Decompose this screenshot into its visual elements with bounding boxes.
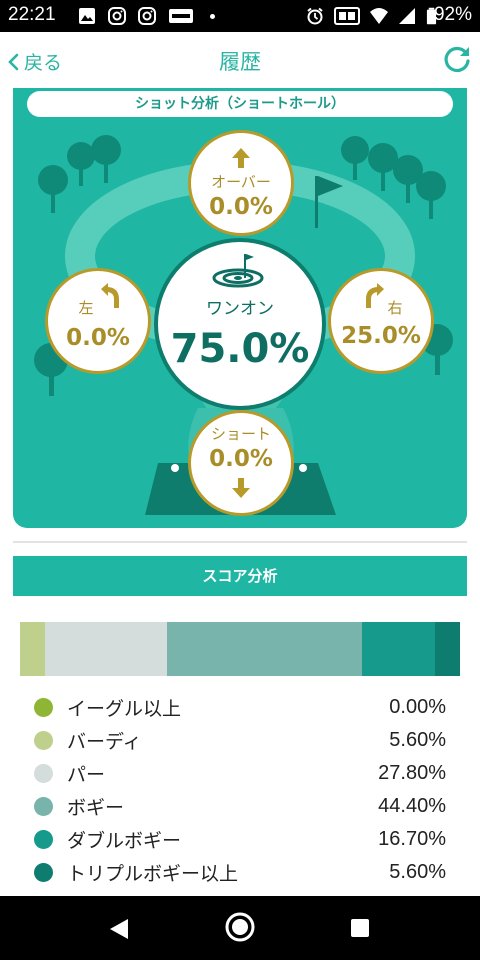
recents-icon[interactable]: [350, 918, 370, 938]
dot-icon: [210, 13, 215, 19]
system-icons: [306, 7, 437, 25]
short-label: ショート: [210, 425, 271, 443]
legend-value: 0.00%: [389, 696, 446, 718]
legend-color-dot: [34, 830, 53, 849]
legend-color-dot: [34, 797, 53, 816]
legend-label: トリプルボギー以上: [67, 863, 239, 885]
legend-label: イーグル以上: [67, 698, 182, 720]
legend-value: 5.60%: [389, 729, 446, 751]
image-icon: [79, 8, 95, 24]
over-value: 0.0%: [209, 194, 273, 220]
legend-value: 16.70%: [378, 828, 446, 850]
legend-label: パー: [67, 764, 106, 786]
score-legend: イーグル以上 0.00% バーディ 5.60% パー 27.80% ボギー 44.40% ダブル…: [32, 694, 448, 892]
arrow-left-curve-icon: [101, 283, 119, 308]
section-divider: [13, 541, 467, 543]
bar-segment: [166, 622, 362, 676]
arrow-up-icon: [232, 148, 250, 168]
right-value: 25.0%: [341, 323, 421, 349]
score-distribution-bar: [20, 622, 460, 676]
legend-color-dot: [34, 764, 53, 783]
one-on-value: 75.0%: [170, 326, 310, 372]
short-value: 0.0%: [209, 446, 273, 472]
legend-row: ボギー 44.40%: [32, 793, 448, 826]
legend-color-dot: [34, 863, 53, 882]
wifi-icon: [370, 8, 388, 24]
legend-label: バーディ: [67, 731, 142, 753]
legend-value: 27.80%: [378, 762, 446, 784]
instagram-icon: [108, 7, 126, 25]
right-label: 右: [387, 299, 403, 317]
bar-segment: [361, 622, 436, 676]
target-flag-icon: [212, 254, 264, 288]
over-label: オーバー: [211, 173, 271, 191]
short-circle: ショート 0.0%: [188, 410, 294, 516]
legend-row: パー 27.80%: [32, 760, 448, 793]
page-title: 履歴: [219, 50, 261, 74]
legend-color-dot: [34, 698, 53, 717]
legend-value: 5.60%: [389, 861, 446, 883]
legend-row: トリプルボギー以上 5.60%: [32, 859, 448, 892]
shot-analysis-title: ショット分析（ショートホール）: [27, 91, 453, 117]
arrow-down-icon: [232, 478, 250, 498]
one-on-label: ワンオン: [206, 299, 274, 319]
legend-label: ボギー: [67, 797, 125, 819]
over-circle: オーバー 0.0%: [188, 130, 294, 236]
signal-icon: [399, 8, 415, 24]
cast-icon: [334, 7, 360, 25]
app-header: 戻る 履歴: [0, 32, 480, 88]
right-circle: 右 25.0%: [328, 268, 434, 374]
battery-percent: 92%: [433, 4, 472, 25]
bar-segment: [44, 622, 167, 676]
shot-analysis-card: ショット分析（ショートホール） オーバー 0.0% 左 0.0% 右 25.0%…: [13, 88, 467, 528]
left-circle: 左 0.0%: [45, 268, 151, 374]
one-on-circle: ワンオン 75.0%: [154, 238, 326, 410]
status-bar: 22:21 92%: [0, 0, 480, 32]
left-value: 0.0%: [66, 325, 130, 351]
app-icon: [169, 9, 193, 23]
status-time: 22:21: [8, 4, 56, 25]
home-icon[interactable]: [224, 911, 256, 943]
legend-color-dot: [34, 731, 53, 750]
bar-segment: [20, 622, 45, 676]
instagram-icon: [138, 7, 156, 25]
legend-row: バーディ 5.60%: [32, 727, 448, 760]
legend-row: イーグル以上 0.00%: [32, 694, 448, 727]
refresh-icon[interactable]: [442, 44, 472, 74]
legend-label: ダブルボギー: [67, 830, 182, 852]
notification-icons: [78, 7, 215, 25]
legend-value: 44.40%: [378, 795, 446, 817]
navigation-bar: [0, 896, 480, 960]
alarm-icon: [307, 7, 323, 25]
bar-segment: [435, 622, 460, 676]
back-icon[interactable]: [108, 918, 130, 940]
score-analysis-title: スコア分析: [13, 556, 467, 596]
legend-row: ダブルボギー 16.70%: [32, 826, 448, 859]
